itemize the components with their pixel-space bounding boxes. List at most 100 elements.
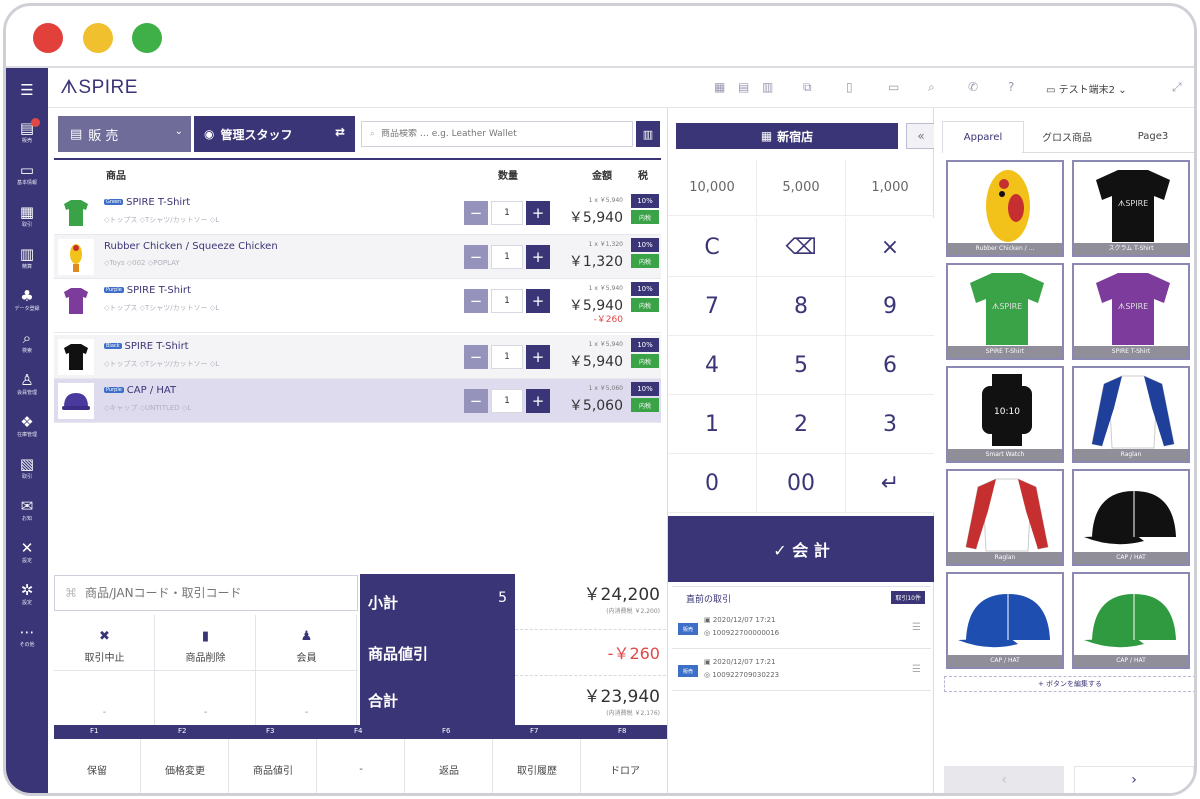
enter-key[interactable]: ↵: [846, 454, 935, 513]
mode-select-button[interactable]: ▤ 販 売 ⌄: [58, 116, 191, 152]
phone-icon[interactable]: ✆: [968, 80, 978, 94]
collapse-panel-button[interactable]: «: [906, 123, 936, 149]
tools-nav[interactable]: ✕ 設定: [6, 532, 48, 572]
cart-row[interactable]: Purple CAP / HAT ◇キャップ ◇UNTITLED ◇L −1 +1 x …: [54, 379, 661, 423]
cart-row[interactable]: Green SPIRE T-Shirt ◇トップス ◇Tシャツ/カットソー ◇L −1…: [54, 191, 661, 235]
key-4[interactable]: 4: [668, 336, 757, 395]
cart-row[interactable]: Black SPIRE T-Shirt ◇トップス ◇Tシャツ/カットソー ◇L −1…: [54, 335, 661, 379]
function-key-button[interactable]: ドロア: [582, 739, 669, 793]
qty-value[interactable]: 1: [491, 345, 523, 369]
messages-nav[interactable]: ✉ お知: [6, 490, 48, 530]
product-search-input[interactable]: [381, 129, 622, 139]
more-nav[interactable]: ⋯ その他: [6, 616, 48, 656]
code-field[interactable]: ⌘: [54, 575, 358, 611]
clear-key[interactable]: C: [668, 218, 757, 277]
function-key-button[interactable]: 価格変更: [142, 739, 229, 793]
key-6[interactable]: 6: [846, 336, 935, 395]
transaction-count-badge[interactable]: 取引10件: [891, 591, 925, 604]
transaction-item[interactable]: 販売 ▣ 2020/12/07 17:21 ◎ 100922709030223 ☰: [672, 651, 931, 691]
inventory-nav[interactable]: ❖ 在庫管理: [6, 406, 48, 446]
key-3[interactable]: 3: [846, 395, 935, 454]
qty-decrease-button[interactable]: −: [464, 345, 488, 369]
prev-page-button[interactable]: ‹: [944, 766, 1064, 793]
key-0[interactable]: 0: [668, 454, 757, 513]
product-tile[interactable]: Rubber Chicken / ...: [946, 160, 1064, 257]
data-register-nav[interactable]: ♣ データ登録: [6, 280, 48, 320]
qty-value[interactable]: 1: [491, 289, 523, 313]
tax-type-badge[interactable]: 内税: [631, 354, 659, 368]
sale-nav[interactable]: ▤ 販売: [6, 112, 48, 152]
key-5[interactable]: 5: [757, 336, 846, 395]
key-9[interactable]: 9: [846, 277, 935, 336]
checkout-button[interactable]: ✓ 会 計: [668, 516, 935, 582]
product-tile[interactable]: ᗑSPIRE スクラム T-Shirt: [1072, 160, 1190, 257]
barcode-scan-button[interactable]: ▥: [636, 121, 660, 147]
tab-1[interactable]: グロス商品: [1022, 121, 1112, 153]
product-tile[interactable]: CAP / HAT: [1072, 572, 1190, 669]
layout-list-icon[interactable]: ▤: [738, 80, 749, 94]
edit-buttons-button[interactable]: + ボタンを編集する: [944, 676, 1194, 692]
product-tile[interactable]: Raglan: [946, 469, 1064, 566]
qty-increase-button[interactable]: +: [526, 289, 550, 313]
cart-row[interactable]: Purple SPIRE T-Shirt ◇トップス ◇Tシャツ/カットソー ◇L −…: [54, 279, 661, 333]
transaction-item[interactable]: 販売 ▣ 2020/12/07 17:21 ◎ 100922700000016 ☰: [672, 609, 931, 649]
tax-type-badge[interactable]: 内税: [631, 398, 659, 412]
qty-increase-button[interactable]: +: [526, 245, 550, 269]
quick-amount-button[interactable]: 1,000: [846, 160, 935, 216]
tax-type-badge[interactable]: 内税: [631, 254, 659, 268]
tax-rate-badge[interactable]: 10%: [631, 194, 659, 208]
window-icon[interactable]: ⧉: [803, 80, 812, 95]
maximize-window-button[interactable]: [132, 23, 162, 53]
search-icon[interactable]: ⌕: [928, 80, 935, 95]
tax-rate-badge[interactable]: 10%: [631, 282, 659, 296]
code-input[interactable]: [85, 586, 355, 600]
qty-value[interactable]: 1: [491, 201, 523, 225]
receipt-icon[interactable]: ▯: [846, 80, 853, 94]
menu-icon[interactable]: ☰: [6, 70, 48, 110]
key-00[interactable]: 00: [757, 454, 846, 513]
qty-increase-button[interactable]: +: [526, 389, 550, 413]
settings-nav[interactable]: ✲ 設定: [6, 574, 48, 614]
help-icon[interactable]: ?: [1008, 80, 1014, 94]
product-tile[interactable]: 10:10 Smart Watch: [946, 366, 1064, 463]
tax-rate-badge[interactable]: 10%: [631, 238, 659, 252]
product-tile[interactable]: ᗑSPIRE SPIRE T-Shirt: [946, 263, 1064, 360]
product-tile[interactable]: ᗑSPIRE SPIRE T-Shirt: [1072, 263, 1190, 360]
key-2[interactable]: 2: [757, 395, 846, 454]
qty-increase-button[interactable]: +: [526, 201, 550, 225]
list-menu-icon[interactable]: ☰: [912, 622, 921, 633]
list-menu-icon[interactable]: ☰: [912, 664, 921, 675]
records-nav[interactable]: ▧ 取引: [6, 448, 48, 488]
settlement-nav[interactable]: ▥ 精算: [6, 238, 48, 278]
key-8[interactable]: 8: [757, 277, 846, 336]
info-nav[interactable]: ▭ 基本情報: [6, 154, 48, 194]
function-key-button[interactable]: 取引履歴: [494, 739, 581, 793]
layout-icon[interactable]: ▦: [714, 80, 725, 94]
terminal-selector[interactable]: ▭ テスト端末2 ⌄: [1046, 81, 1127, 96]
close-window-button[interactable]: [33, 23, 63, 53]
key-1[interactable]: 1: [668, 395, 757, 454]
tab-2[interactable]: Page3: [1112, 121, 1194, 153]
qty-value[interactable]: 1: [491, 389, 523, 413]
qty-increase-button[interactable]: +: [526, 345, 550, 369]
tax-rate-badge[interactable]: 10%: [631, 382, 659, 396]
members-nav[interactable]: ♙ 会員管理: [6, 364, 48, 404]
qty-decrease-button[interactable]: −: [464, 201, 488, 225]
qty-value[interactable]: 1: [491, 245, 523, 269]
quick-amount-button[interactable]: 5,000: [757, 160, 846, 216]
minimize-window-button[interactable]: [83, 23, 113, 53]
function-key-button[interactable]: 商品値引: [230, 739, 317, 793]
qty-decrease-button[interactable]: −: [464, 245, 488, 269]
multiply-key[interactable]: ×: [846, 218, 935, 277]
function-key-button[interactable]: 返品: [406, 739, 493, 793]
search-nav[interactable]: ⌕ 検索: [6, 322, 48, 362]
product-tile[interactable]: CAP / HAT: [946, 572, 1064, 669]
key-7[interactable]: 7: [668, 277, 757, 336]
next-page-button[interactable]: ›: [1074, 766, 1194, 793]
staff-button[interactable]: ◉ 管理スタッフ ⇄: [194, 116, 355, 152]
document-icon[interactable]: ▭: [888, 80, 899, 94]
quick-amount-button[interactable]: 10,000: [668, 160, 757, 216]
tax-rate-badge[interactable]: 10%: [631, 338, 659, 352]
transactions-nav[interactable]: ▦ 取引: [6, 196, 48, 236]
product-tile[interactable]: CAP / HAT: [1072, 469, 1190, 566]
